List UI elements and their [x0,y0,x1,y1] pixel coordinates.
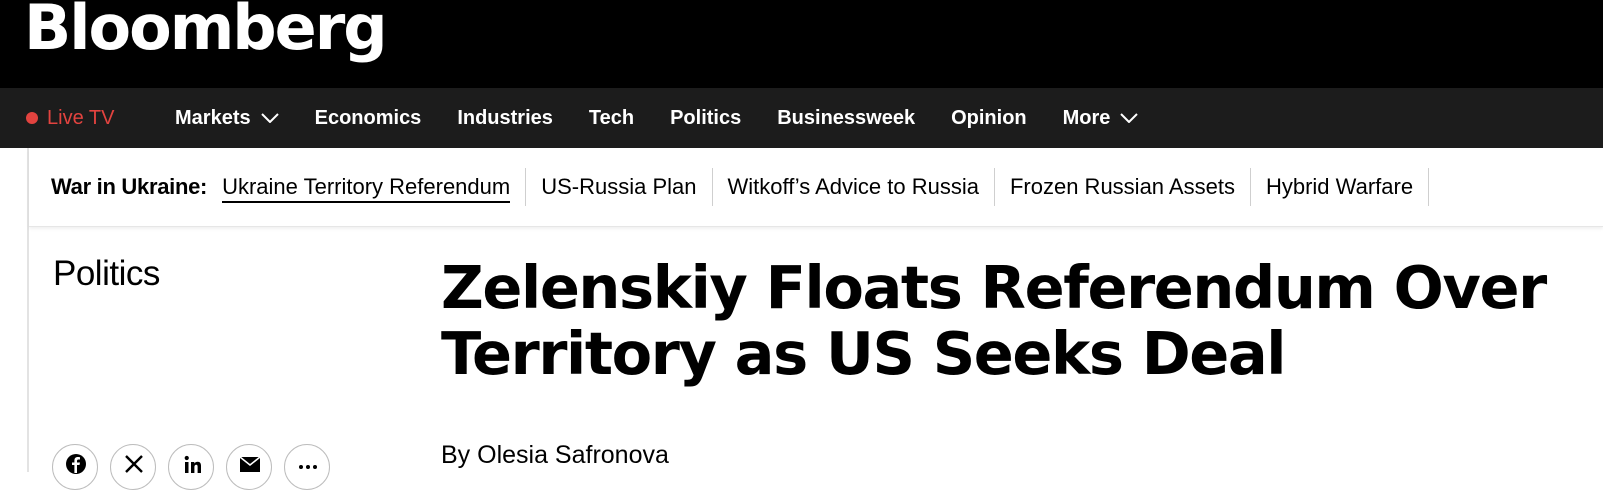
topic-link-label: Frozen Russian Assets [1009,174,1235,199]
nav-item-industries[interactable]: Industries [457,107,553,130]
nav-item-markets[interactable]: Markets [175,107,279,130]
chevron-down-icon [1120,113,1139,123]
nav-item-label: Tech [588,106,635,129]
more-share-button[interactable] [284,444,330,490]
live-dot-icon [26,112,38,124]
topic-link-witkoff[interactable]: Witkoff’s Advice to Russia [713,168,995,206]
nav-item-label: Economics [314,106,422,129]
nav-items: Markets Economics Industries Tech Politi… [175,88,1174,148]
chevron-down-icon [260,113,279,123]
facebook-share-button[interactable] [52,444,98,490]
live-tv-link[interactable]: Live TV [26,88,114,148]
nav-item-label: Politics [670,106,742,129]
nav-item-label: More [1062,106,1111,129]
nav-item-label: Markets [175,106,251,129]
topic-link-label: Hybrid Warfare [1265,174,1414,199]
section-label[interactable]: Politics [53,254,160,294]
topic-link-label: Witkoff’s Advice to Russia [727,174,979,199]
masthead: Bloomberg [0,0,1603,88]
nav-item-label: Businessweek [777,106,916,129]
topic-link-us-russia-plan[interactable]: US-Russia Plan [526,168,713,206]
x-share-button[interactable] [110,444,156,490]
nav-item-label: Industries [457,106,553,129]
article-headline: Zelenskiy Floats Referendum Over Territo… [441,255,1561,387]
live-tv-label: Live TV [47,106,115,129]
article-byline[interactable]: By Olesia Safronova [441,441,669,470]
nav-item-politics[interactable]: Politics [670,107,741,130]
topic-subnav: War in Ukraine: Ukraine Territory Refere… [29,148,1603,227]
headline-line: Zelenskiy Floats Referendum Over [441,253,1547,322]
topic-link-label: US-Russia Plan [541,174,697,199]
share-bar [52,444,342,490]
email-share-button[interactable] [226,444,272,490]
nav-item-businessweek[interactable]: Businessweek [777,107,915,130]
bloomberg-logo[interactable]: Bloomberg [24,0,388,68]
topic-label: War in Ukraine: [51,174,208,199]
topic-link-hybrid-warfare[interactable]: Hybrid Warfare [1251,168,1430,206]
headline-line: Territory as US Seeks Deal [441,319,1287,388]
nav-item-label: Opinion [951,106,1027,129]
main-nav: Live TV Markets Economics Industries Tec… [0,88,1603,148]
topic-link-referendum[interactable]: Ukraine Territory Referendum [222,168,527,206]
nav-item-tech[interactable]: Tech [589,107,634,130]
nav-item-more[interactable]: More [1063,107,1139,130]
nav-item-economics[interactable]: Economics [315,107,422,130]
nav-item-opinion[interactable]: Opinion [951,107,1027,130]
topic-link-frozen-assets[interactable]: Frozen Russian Assets [995,168,1251,206]
linkedin-share-button[interactable] [168,444,214,490]
topic-link-label: Ukraine Territory Referendum [222,174,511,203]
